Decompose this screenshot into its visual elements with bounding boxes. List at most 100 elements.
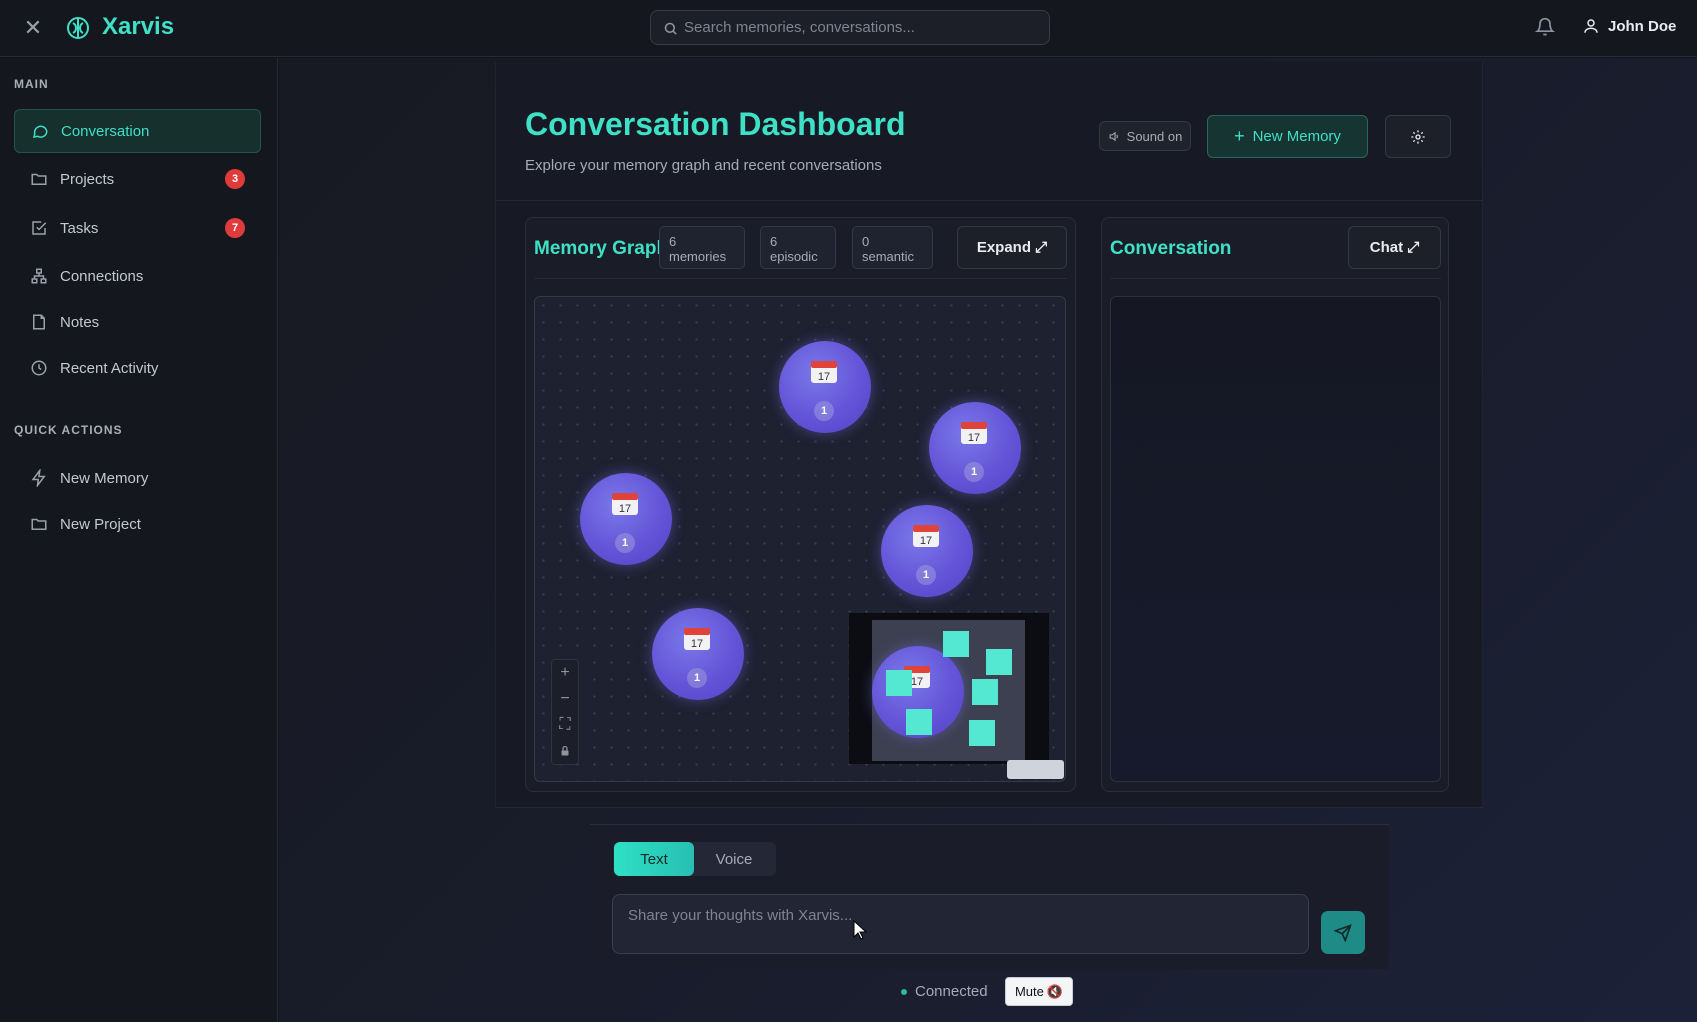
plus-icon: + — [1234, 126, 1245, 146]
sidebar-item-label: Tasks — [60, 219, 99, 237]
status-text: Connected — [915, 983, 988, 1000]
page-title: Conversation Dashboard — [525, 106, 906, 142]
send-icon — [1334, 923, 1352, 942]
memory-node[interactable]: 17 1 — [580, 473, 672, 565]
svg-text:17: 17 — [920, 535, 932, 547]
quick-action-new-memory[interactable]: New Memory — [14, 456, 261, 500]
memory-node[interactable]: 17 1 — [929, 402, 1021, 494]
memory-node-count: 1 — [916, 565, 936, 585]
graph-controls: + − ⛶ — [551, 659, 579, 765]
memory-node[interactable]: 17 1 — [881, 505, 973, 597]
svg-text:17: 17 — [619, 503, 631, 515]
bell-icon[interactable] — [1535, 17, 1555, 37]
app-name: Xarvis — [102, 13, 175, 40]
mouse-cursor-icon — [853, 920, 867, 940]
sidebar-item-conversation[interactable]: Conversation — [14, 109, 261, 153]
lock-icon[interactable] — [552, 738, 578, 764]
speaker-icon — [1109, 131, 1118, 141]
status-dot — [901, 988, 907, 995]
search-icon — [664, 22, 677, 35]
mute-button[interactable]: Mute 🔇 — [1005, 977, 1073, 1006]
conversation-title: Conversation — [1110, 238, 1232, 259]
lightning-icon — [31, 469, 46, 487]
file-icon — [33, 314, 45, 330]
gear-icon — [1411, 129, 1425, 144]
chat-expand-button[interactable]: Chat ⤢ — [1348, 226, 1441, 269]
muted-speaker-icon: 🔇 — [1046, 983, 1064, 999]
message-input[interactable] — [612, 894, 1309, 954]
calendar-icon: 17 — [961, 422, 987, 444]
graph-minimap[interactable]: 17 — [849, 613, 1049, 764]
page-subtitle: Explore your memory graph and recent con… — [525, 157, 882, 174]
calendar-icon: 17 — [913, 525, 939, 547]
memory-node-count: 1 — [687, 668, 707, 688]
minimap-node — [986, 649, 1012, 675]
folder-icon — [31, 173, 47, 185]
new-memory-button[interactable]: + New Memory — [1207, 115, 1368, 158]
close-icon[interactable]: ✕ — [22, 17, 44, 39]
folder-icon — [31, 518, 47, 530]
svg-text:17: 17 — [818, 371, 830, 383]
sidebar-item-label: Conversation — [61, 122, 150, 140]
memory-node[interactable]: 17 1 — [779, 341, 871, 433]
sidebar-item-label: New Project — [60, 515, 141, 533]
semantic-count-pill: 0 semantic — [852, 226, 933, 269]
memory-node[interactable]: 17 1 — [652, 608, 744, 700]
zoom-in-icon[interactable]: + — [552, 660, 578, 686]
episodic-count-pill: 6 episodic — [760, 226, 836, 269]
send-button[interactable] — [1321, 911, 1365, 954]
tab-text[interactable]: Text — [614, 842, 694, 876]
calendar-icon: 17 — [811, 361, 837, 383]
graph-header-divider — [534, 278, 1067, 279]
minimap-node — [906, 709, 932, 735]
mute-label: Mute — [1014, 984, 1044, 999]
zoom-out-icon[interactable]: − — [552, 686, 578, 712]
sidebar-item-label: Recent Activity — [60, 359, 159, 377]
minimap-node — [972, 679, 998, 705]
svg-text:17: 17 — [691, 638, 703, 650]
sidebar-section-main: MAIN — [14, 77, 49, 91]
sound-toggle-button[interactable]: Sound on — [1099, 121, 1191, 151]
sidebar-item-recent-activity[interactable]: Recent Activity — [14, 346, 261, 390]
sidebar-item-label: Connections — [60, 267, 144, 285]
sidebar-item-connections[interactable]: Connections — [14, 254, 261, 298]
header-divider — [495, 200, 1483, 201]
content-divider — [495, 807, 1483, 808]
user-menu[interactable]: John Doe — [1582, 17, 1676, 35]
clock-icon — [31, 360, 47, 376]
tasks-count-badge: 7 — [225, 218, 245, 238]
memory-node-count: 1 — [615, 533, 635, 553]
memory-graph-title: Memory Graph — [534, 238, 669, 259]
projects-count-badge: 3 — [225, 169, 245, 189]
search-box[interactable] — [650, 10, 1050, 45]
svg-text:17: 17 — [968, 432, 980, 444]
conversation-messages[interactable] — [1110, 296, 1441, 782]
top-bar: ✕ Xarvis John Doe — [0, 0, 1697, 57]
sidebar-item-label: Notes — [60, 313, 100, 331]
user-icon — [1584, 19, 1598, 33]
brain-logo-icon — [67, 17, 89, 39]
user-name: John Doe — [1608, 17, 1677, 35]
chat-bubble-icon — [32, 125, 48, 138]
fit-view-icon[interactable]: ⛶ — [552, 712, 578, 738]
minimap-node — [969, 720, 995, 746]
sidebar-item-label: New Memory — [60, 469, 149, 487]
memories-count-pill: 6 memories — [659, 226, 745, 269]
sidebar-item-tasks[interactable]: Tasks 7 — [14, 206, 261, 250]
tab-voice[interactable]: Voice — [697, 842, 771, 876]
quick-action-new-project[interactable]: New Project — [14, 502, 261, 546]
settings-button[interactable] — [1385, 115, 1451, 158]
search-input[interactable] — [684, 11, 1039, 44]
expand-button[interactable]: Expand ⤢ — [957, 226, 1067, 269]
sound-label: Sound on — [1126, 128, 1183, 144]
sidebar-item-notes[interactable]: Notes — [14, 300, 261, 344]
svg-text:17: 17 — [911, 676, 923, 688]
minimap-node — [886, 670, 912, 696]
sidebar-section-quick-actions: QUICK ACTIONS — [14, 423, 123, 437]
new-memory-label: New Memory — [1252, 128, 1341, 145]
calendar-icon: 17 — [612, 493, 638, 515]
network-icon — [31, 268, 47, 284]
sidebar-item-projects[interactable]: Projects 3 — [14, 157, 261, 201]
memory-node-count: 1 — [814, 401, 834, 421]
graph-scrollbar[interactable] — [1007, 760, 1064, 779]
